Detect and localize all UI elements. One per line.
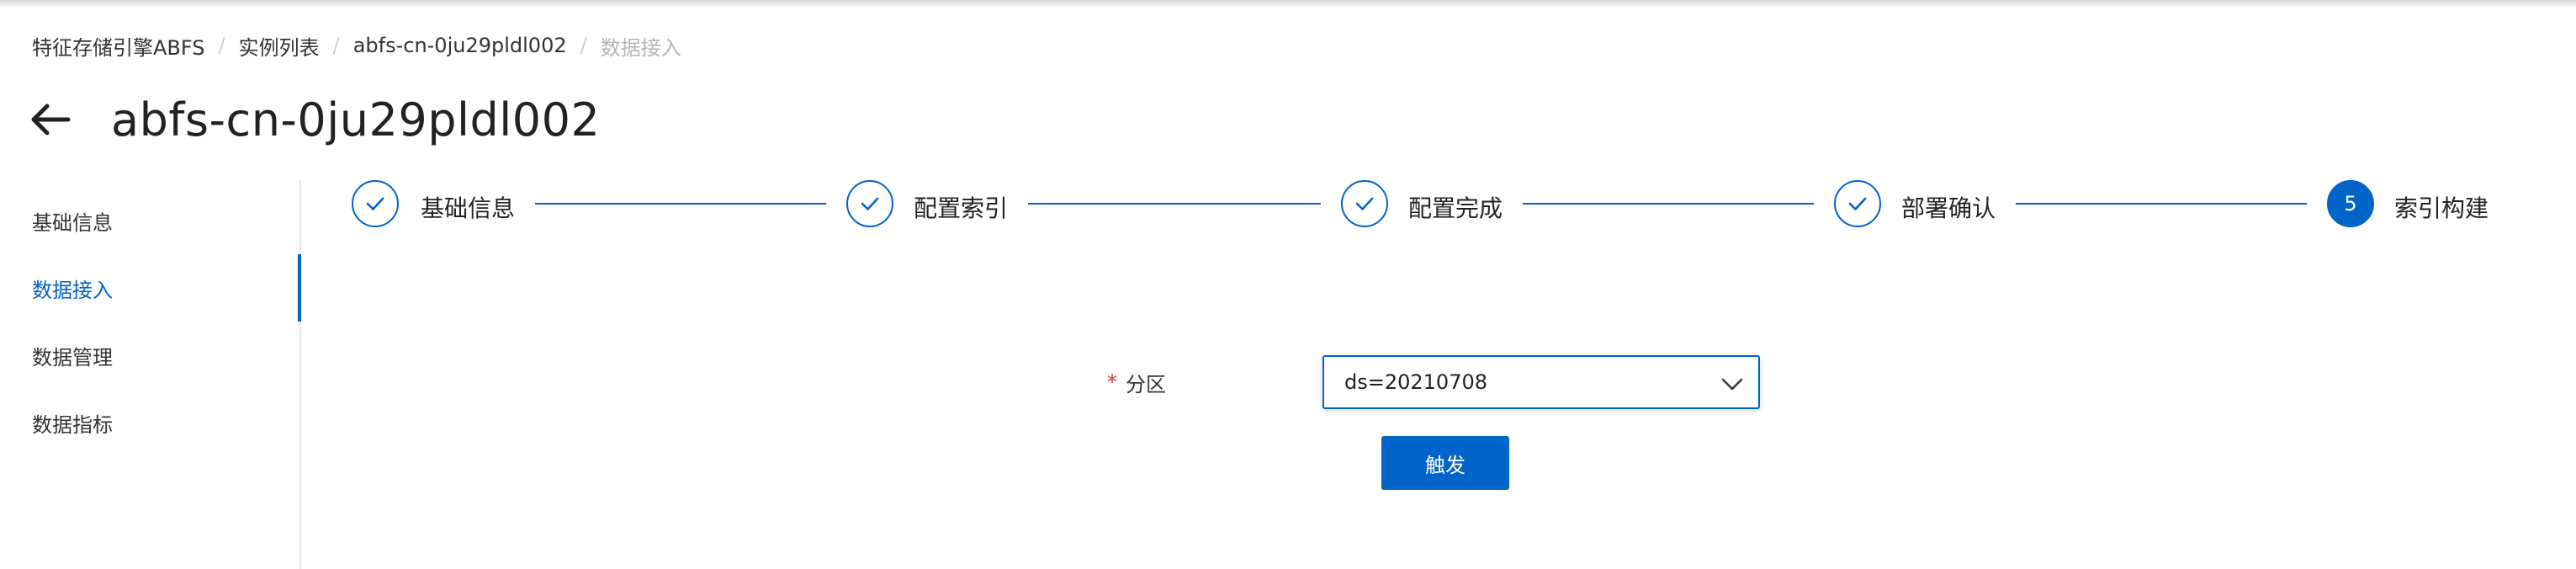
breadcrumb-separator: / bbox=[218, 34, 225, 57]
partition-label: * 分区 bbox=[1107, 364, 1166, 401]
arrow-left-icon[interactable] bbox=[29, 98, 72, 141]
chevron-down-icon bbox=[1721, 378, 1743, 391]
breadcrumb: 特征存储引擎ABFS / 实例列表 / abfs-cn-0ju29pldl002… bbox=[32, 30, 681, 61]
breadcrumb-abfs[interactable]: 特征存储引擎ABFS bbox=[32, 31, 205, 61]
step-connector bbox=[1028, 203, 1321, 205]
sidebar-item-basic-info[interactable]: 基础信息 bbox=[0, 187, 299, 254]
step-1-circle bbox=[352, 180, 399, 227]
top-shadow-line bbox=[0, 0, 2576, 8]
step-1-label: 基础信息 bbox=[421, 194, 516, 222]
breadcrumb-current: 数据接入 bbox=[600, 35, 681, 60]
step-2-label: 配置索引 bbox=[914, 194, 1009, 222]
step-3-circle bbox=[1341, 180, 1388, 227]
step-connector bbox=[535, 203, 826, 205]
breadcrumb-instance-list[interactable]: 实例列表 bbox=[239, 31, 320, 61]
breadcrumb-separator: / bbox=[580, 34, 587, 57]
page-title: abfs-cn-0ju29pldl002 bbox=[111, 93, 601, 146]
required-mark: * bbox=[1107, 370, 1117, 394]
breadcrumb-instance[interactable]: abfs-cn-0ju29pldl002 bbox=[353, 34, 567, 57]
sidebar: 基础信息 数据接入 数据管理 数据指标 bbox=[0, 180, 301, 569]
partition-select[interactable]: ds=20210708 bbox=[1322, 355, 1760, 409]
step-4-circle bbox=[1834, 180, 1881, 227]
sidebar-item-data-management[interactable]: 数据管理 bbox=[0, 322, 299, 389]
partition-label-text: 分区 bbox=[1126, 372, 1166, 396]
check-icon bbox=[861, 197, 879, 210]
step-5-circle: 5 bbox=[2327, 180, 2374, 227]
step-4-label: 部署确认 bbox=[1901, 194, 1996, 222]
step-connector bbox=[2016, 203, 2307, 205]
check-icon bbox=[1355, 197, 1374, 210]
partition-select-value: ds=20210708 bbox=[1344, 370, 1488, 394]
step-5-label: 索引构建 bbox=[2394, 194, 2489, 222]
page-header: abfs-cn-0ju29pldl002 bbox=[29, 88, 600, 152]
breadcrumb-separator: / bbox=[332, 34, 340, 57]
sidebar-item-data-ingest[interactable]: 数据接入 bbox=[0, 254, 301, 322]
step-3-label: 配置完成 bbox=[1408, 194, 1503, 222]
step-connector bbox=[1523, 203, 1814, 205]
step-2-circle bbox=[846, 180, 893, 227]
check-icon bbox=[1848, 197, 1867, 210]
check-icon bbox=[366, 197, 384, 210]
sidebar-item-data-metrics[interactable]: 数据指标 bbox=[0, 389, 299, 456]
trigger-button[interactable]: 触发 bbox=[1381, 436, 1509, 490]
